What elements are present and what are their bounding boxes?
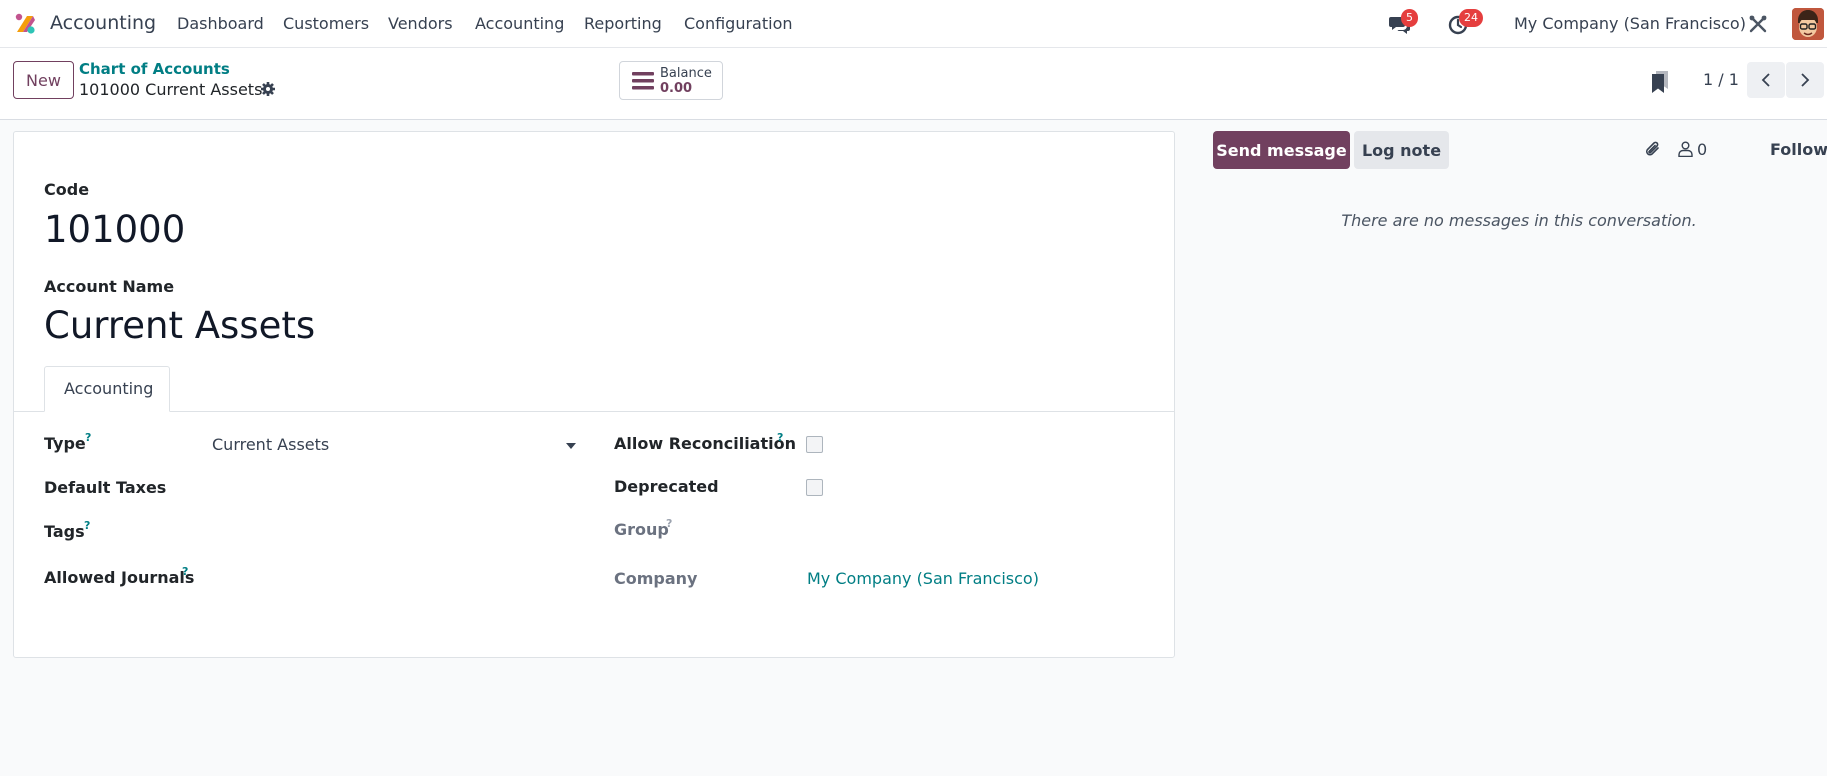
- debug-tools-icon[interactable]: [1748, 14, 1768, 34]
- tab-accounting-label: Accounting: [64, 379, 154, 398]
- menu-configuration[interactable]: Configuration: [684, 14, 793, 33]
- chevron-right-icon: [1801, 73, 1810, 87]
- chevron-left-icon: [1761, 73, 1770, 87]
- group-help-icon[interactable]: ?: [666, 517, 672, 530]
- tags-help-icon[interactable]: ?: [84, 519, 90, 532]
- allow-reconciliation-help-icon[interactable]: ?: [777, 431, 783, 444]
- type-select[interactable]: Current Assets: [212, 435, 329, 454]
- empty-conversation-message: There are no messages in this conversati…: [1341, 211, 1697, 230]
- group-label: Group: [614, 520, 669, 539]
- avatar-face-icon: [1792, 8, 1824, 40]
- company-link[interactable]: My Company (San Francisco): [807, 569, 1039, 588]
- code-field[interactable]: 101000: [44, 208, 185, 251]
- pager-next-button[interactable]: [1786, 62, 1824, 98]
- deprecated-label: Deprecated: [614, 477, 719, 496]
- type-help-icon[interactable]: ?: [85, 431, 91, 444]
- menu-vendors[interactable]: Vendors: [388, 14, 453, 33]
- caret-down-icon[interactable]: [566, 443, 576, 449]
- company-label: Company: [614, 569, 698, 588]
- balance-value: 0.00: [660, 81, 693, 96]
- control-panel: New Chart of Accounts 101000 Current Ass…: [0, 48, 1827, 120]
- balance-smart-button[interactable]: Balance 0.00: [619, 61, 723, 100]
- bars-icon: [632, 72, 654, 90]
- deprecated-checkbox[interactable]: [806, 479, 823, 496]
- menu-accounting[interactable]: Accounting: [475, 14, 564, 33]
- allow-reconciliation-checkbox[interactable]: [806, 436, 823, 453]
- activities-badge: 24: [1459, 9, 1483, 27]
- followers-count[interactable]: 0: [1697, 140, 1707, 159]
- account-name-label: Account Name: [44, 277, 175, 296]
- bookmark-icon[interactable]: [1651, 71, 1669, 93]
- new-button[interactable]: New: [13, 61, 74, 99]
- allowed-journals-help-icon[interactable]: ?: [182, 565, 188, 578]
- follow-button[interactable]: Follow: [1770, 140, 1827, 159]
- menu-dashboard[interactable]: Dashboard: [177, 14, 264, 33]
- type-label: Type: [44, 434, 86, 453]
- messages-badge: 5: [1401, 9, 1418, 27]
- breadcrumb-chart-of-accounts[interactable]: Chart of Accounts: [79, 60, 230, 78]
- account-name-field[interactable]: Current Assets: [44, 304, 315, 347]
- paperclip-icon[interactable]: [1644, 139, 1662, 159]
- balance-label: Balance: [660, 66, 712, 81]
- app-logo-icon[interactable]: [13, 12, 37, 36]
- tags-label: Tags: [44, 522, 85, 541]
- code-label: Code: [44, 180, 90, 199]
- gear-icon[interactable]: [260, 81, 276, 97]
- top-navbar: Accounting Dashboard Customers Vendors A…: [0, 0, 1827, 48]
- user-avatar[interactable]: [1792, 8, 1824, 40]
- log-note-button[interactable]: Log note: [1354, 131, 1449, 169]
- default-taxes-label: Default Taxes: [44, 478, 167, 497]
- person-icon[interactable]: [1678, 141, 1693, 157]
- app-name[interactable]: Accounting: [50, 12, 156, 34]
- form-sheet: Code 101000 Account Name Current Assets …: [13, 131, 1175, 658]
- company-switcher[interactable]: My Company (San Francisco): [1514, 14, 1746, 33]
- allowed-journals-label: Allowed Journals: [44, 568, 195, 587]
- menu-reporting[interactable]: Reporting: [584, 14, 662, 33]
- pager-previous-button[interactable]: [1747, 62, 1785, 98]
- tab-accounting[interactable]: Accounting: [44, 366, 170, 412]
- send-message-button[interactable]: Send message: [1213, 131, 1350, 169]
- pager-value[interactable]: 1 / 1: [1703, 70, 1739, 89]
- allow-reconciliation-label: Allow Reconciliation: [614, 434, 796, 453]
- tabs-divider: [14, 411, 1174, 412]
- breadcrumb-current-record: 101000 Current Assets: [79, 80, 263, 99]
- menu-customers[interactable]: Customers: [283, 14, 369, 33]
